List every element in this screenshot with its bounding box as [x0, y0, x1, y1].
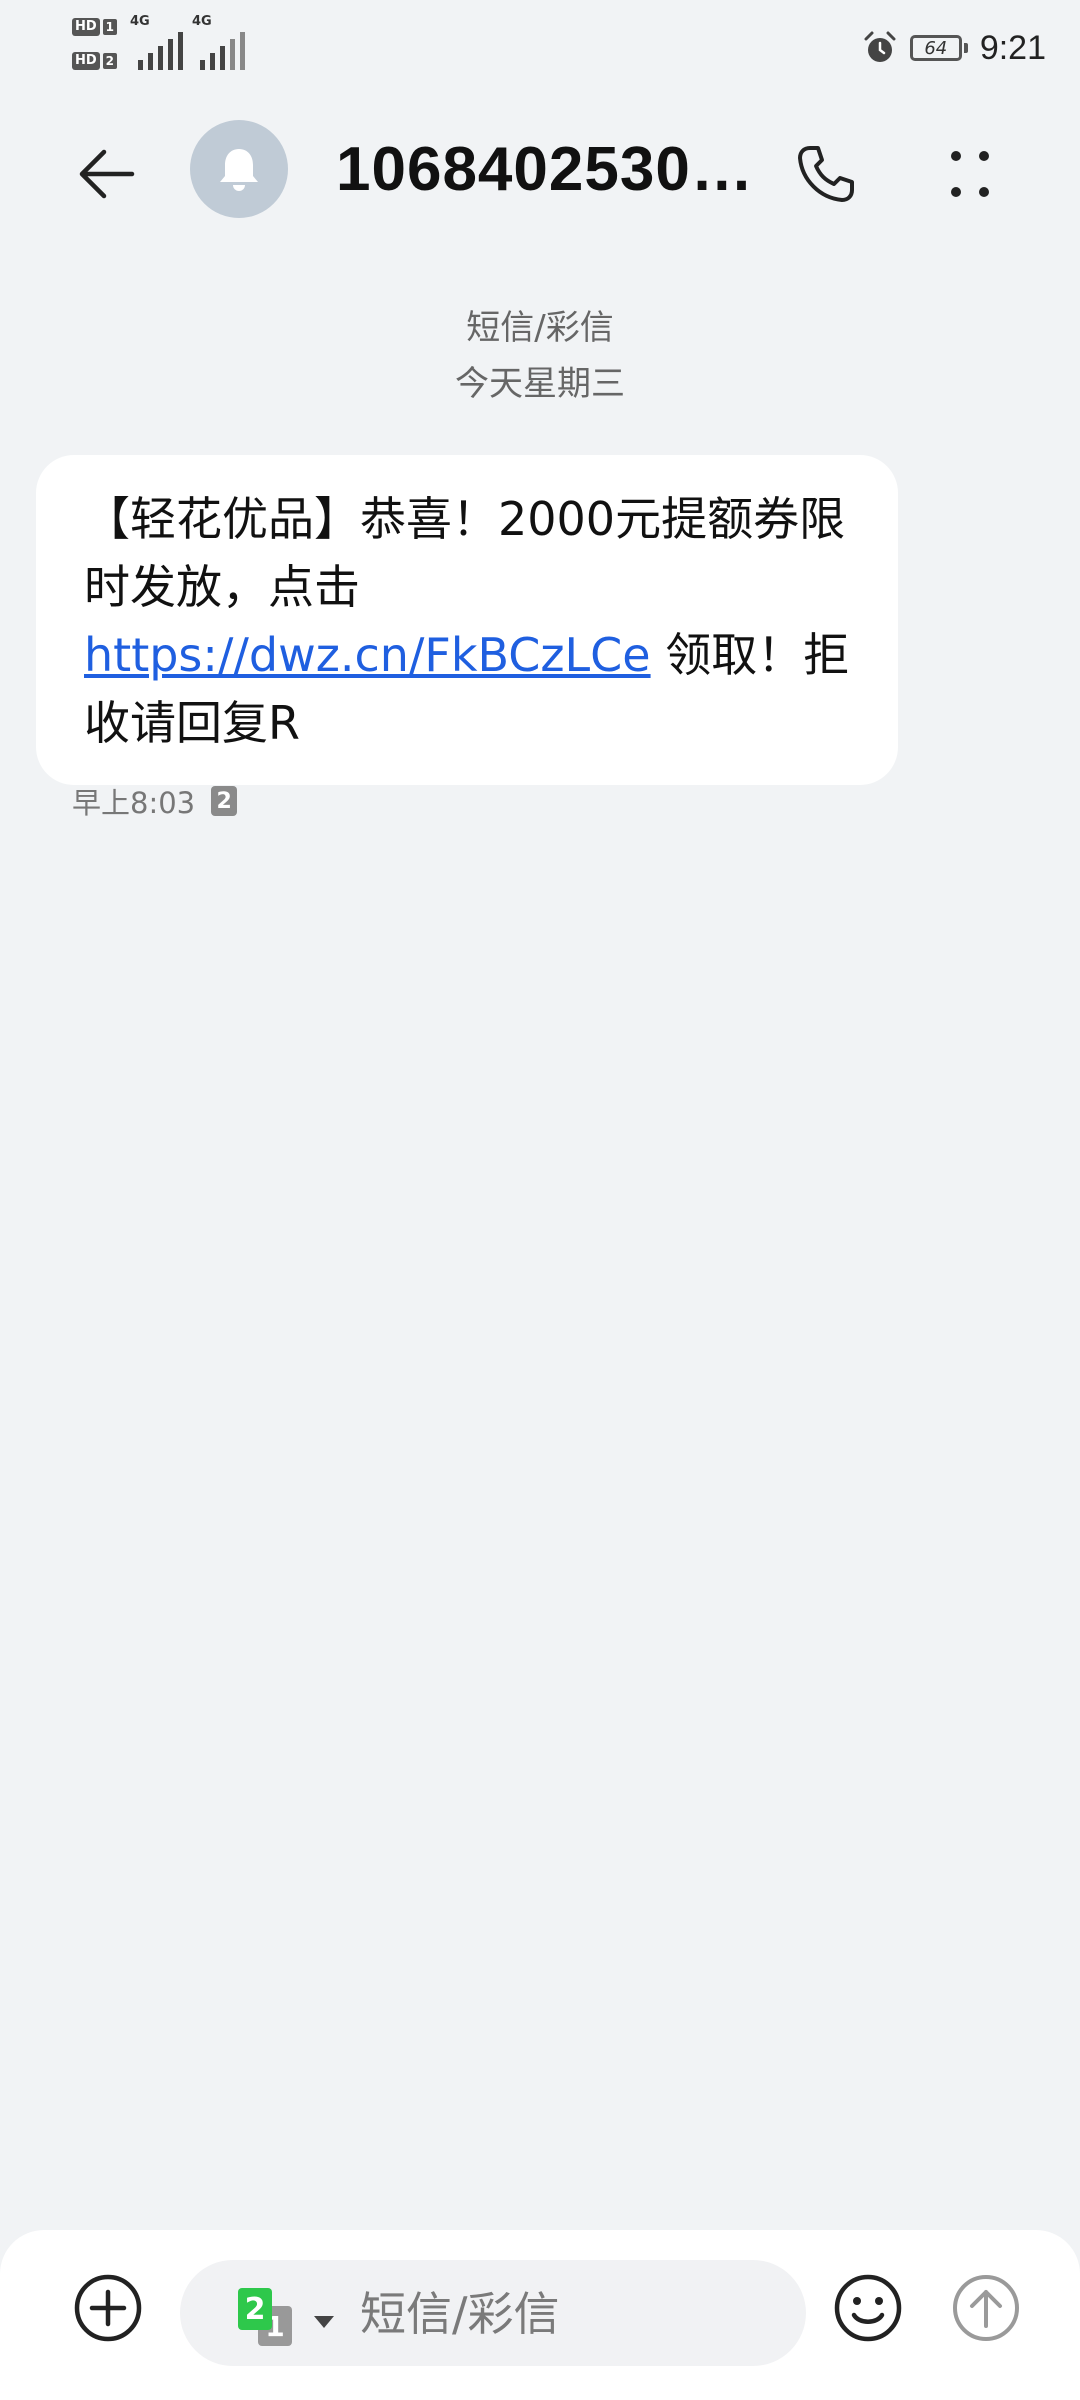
arrow-up-circle-icon [953, 2275, 1019, 2341]
call-button[interactable] [786, 134, 866, 214]
back-button[interactable] [66, 134, 146, 214]
emoji-button[interactable] [830, 2270, 906, 2346]
contact-title[interactable]: 1068402530… [336, 134, 756, 205]
arrow-left-icon [79, 149, 135, 199]
attach-button[interactable] [70, 2270, 146, 2346]
message-link[interactable]: https://dwz.cn/FkBCzLCe [84, 628, 651, 682]
message-text: 【轻花优品】恭喜！2000元提额券限时发放，点击 [84, 492, 846, 614]
message-time: 早上8:03 [72, 786, 196, 820]
sim-indicator: 2 [211, 786, 238, 816]
vertical-dots-icon [951, 151, 989, 197]
alarm-icon [864, 31, 896, 62]
bell-icon [220, 149, 258, 191]
status-bar: HD 1 HD 2 4G 4G 64 9:21 [0, 0, 1080, 96]
sim-switch[interactable]: 1 2 [228, 2282, 338, 2346]
hd-badge: HD [72, 52, 100, 70]
message-input-container[interactable]: 1 2 [180, 2260, 806, 2366]
network-type-1: 4G [130, 14, 150, 29]
avatar[interactable] [190, 120, 288, 218]
sim-status: HD 1 HD 2 4G 4G [72, 14, 252, 78]
date-separator: 短信/彩信 今天星期三 [0, 300, 1080, 412]
smiley-icon [834, 2274, 902, 2342]
hd-badge: HD [72, 18, 100, 36]
message-input[interactable] [358, 2278, 782, 2350]
date-label: 今天星期三 [455, 364, 625, 404]
compose-bar: 1 2 [0, 2230, 1080, 2400]
message-type-label: 短信/彩信 [466, 308, 614, 348]
battery-indicator: 64 [909, 35, 968, 61]
status-right: 64 9:21 [862, 24, 1046, 72]
more-options-button[interactable] [930, 134, 1010, 214]
sim2-hd: HD 2 [72, 52, 118, 70]
caret-down-icon [314, 2316, 334, 2328]
network-type-2: 4G [192, 14, 212, 29]
sim-card-icon: 2 [238, 2288, 272, 2330]
conversation-header: 1068402530… [0, 110, 1080, 230]
message-meta: 早上8:03 2 [72, 780, 238, 822]
sim-number: 2 [102, 53, 118, 69]
sim1-hd: HD 1 [72, 18, 118, 36]
plus-circle-icon [74, 2274, 142, 2342]
sim-number: 1 [102, 19, 118, 35]
signal-strength-icon [200, 32, 245, 70]
signal-strength-icon [138, 32, 183, 70]
battery-level: 64 [924, 37, 948, 59]
message-bubble[interactable]: 【轻花优品】恭喜！2000元提额券限时发放，点击 https://dwz.cn/… [36, 455, 898, 785]
phone-icon [798, 146, 854, 202]
clock: 9:21 [979, 28, 1046, 67]
send-button[interactable] [946, 2268, 1026, 2348]
